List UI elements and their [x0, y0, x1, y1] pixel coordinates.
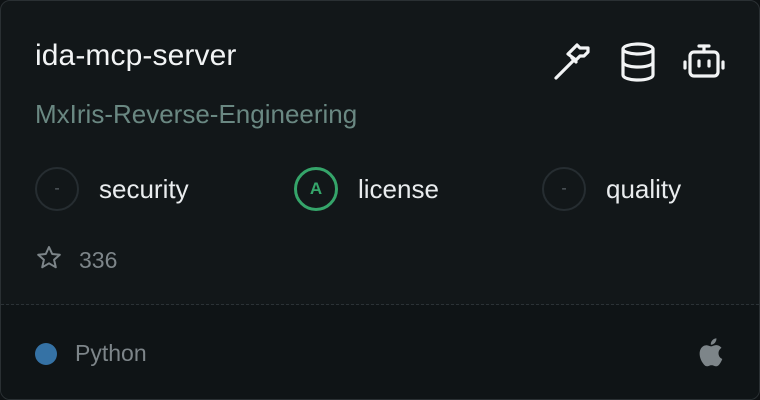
capability-icons — [549, 39, 727, 85]
card-footer: Python — [1, 305, 759, 399]
quality-label: quality — [606, 173, 682, 204]
star-count: 336 — [35, 245, 117, 275]
security-label: security — [99, 173, 189, 204]
metric-quality[interactable]: - quality — [542, 165, 681, 213]
quality-grade-badge: - — [542, 167, 586, 211]
license-grade-badge: A — [294, 167, 338, 211]
license-label: license — [358, 173, 439, 204]
server-card[interactable]: ida-mcp-server MxIris-Reverse-Engineerin… — [0, 0, 760, 400]
star-count-value: 336 — [79, 246, 118, 273]
language-name: Python — [75, 340, 147, 366]
repo-owner[interactable]: MxIris-Reverse-Engineering — [35, 99, 357, 130]
star-icon — [35, 244, 63, 277]
database-icon — [615, 39, 661, 85]
language-indicator: Python — [35, 340, 147, 367]
robot-icon — [681, 39, 727, 85]
hammer-icon — [549, 39, 595, 85]
metrics-row: - security A license - quality — [35, 165, 735, 213]
metric-license[interactable]: A license — [294, 165, 439, 213]
apple-icon — [697, 337, 725, 369]
security-grade-badge: - — [35, 167, 79, 211]
language-color-dot — [35, 342, 57, 365]
repo-name[interactable]: ida-mcp-server — [35, 39, 236, 73]
metric-security[interactable]: - security — [35, 165, 189, 213]
